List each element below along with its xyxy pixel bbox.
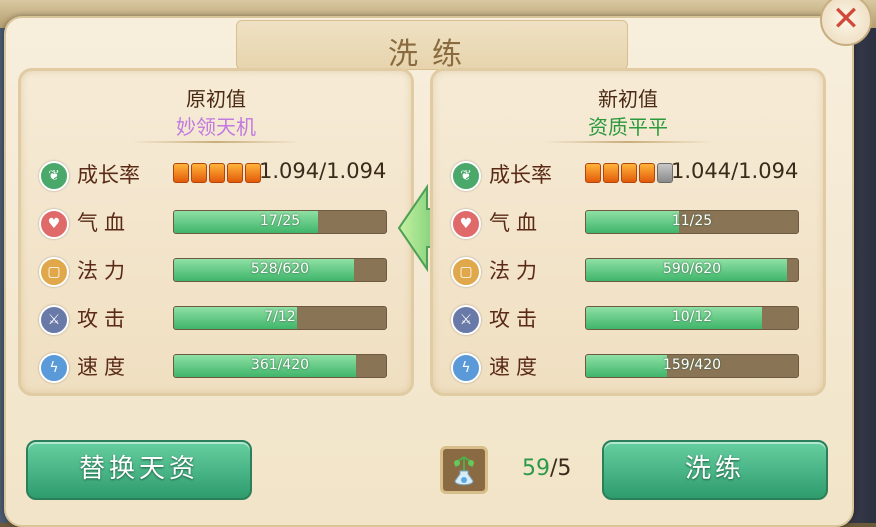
title-ribbon: 洗练 — [236, 20, 628, 72]
stat-row-mp: ▢ 法力 528/620 — [39, 255, 399, 295]
growth-row: ❦ 成长率 1.094/1.094 — [39, 159, 399, 199]
growth-value: 1.044/1.094 — [671, 159, 799, 183]
sword-icon: ⚔ — [451, 305, 481, 335]
stat-value: 361/420 — [250, 357, 310, 373]
growth-pip — [621, 163, 637, 183]
dialog-title: 洗练 — [388, 37, 476, 72]
leaf-icon: ❦ — [39, 161, 69, 191]
stat-label: 攻击 — [77, 307, 131, 331]
lightning-icon: ϟ — [39, 353, 69, 383]
stat-label: 气血 — [77, 211, 131, 235]
stat-value: 528/620 — [250, 261, 310, 277]
growth-pip — [191, 163, 207, 183]
stat-row-mp: ▢ 法力 590/620 — [451, 255, 811, 295]
quality-label: 妙领天机 — [176, 115, 256, 139]
stat-row-attack: ⚔ 攻击 10/12 — [451, 303, 811, 343]
stat-bar: 361/420 — [173, 354, 387, 378]
growth-pip — [603, 163, 619, 183]
heart-icon: ♥ — [39, 209, 69, 239]
scroll-icon: ▢ — [39, 257, 69, 287]
stat-label: 速度 — [77, 355, 131, 379]
stat-bar: 11/25 — [585, 210, 799, 234]
growth-pip — [173, 163, 189, 183]
panel-heading: 原初值 — [186, 87, 246, 111]
growth-pip — [209, 163, 225, 183]
leaf-icon: ❦ — [451, 161, 481, 191]
stat-row-speed: ϟ 速度 361/420 — [39, 351, 399, 391]
stat-row-hp: ♥ 气血 17/25 — [39, 207, 399, 247]
growth-pip — [639, 163, 655, 183]
heart-icon: ♥ — [451, 209, 481, 239]
stat-label: 法力 — [489, 259, 543, 283]
panel-heading: 新初值 — [598, 87, 658, 111]
sword-icon: ⚔ — [39, 305, 69, 335]
stat-value: 590/620 — [662, 261, 722, 277]
stat-value: 159/420 — [662, 357, 722, 373]
refine-button[interactable]: 洗练 — [602, 440, 828, 500]
stat-bar: 7/12 — [173, 306, 387, 330]
close-icon: ✕ — [831, 0, 861, 39]
stat-row-attack: ⚔ 攻击 7/12 — [39, 303, 399, 343]
growth-pips — [173, 163, 263, 187]
stat-value: 7/12 — [264, 309, 296, 325]
stat-value: 17/25 — [259, 213, 301, 229]
growth-label: 成长率 — [77, 163, 140, 187]
stat-bar: 10/12 — [585, 306, 799, 330]
stat-label: 气血 — [489, 211, 543, 235]
divider — [131, 141, 301, 143]
growth-pip — [585, 163, 601, 183]
growth-pips — [585, 163, 675, 187]
stat-bar: 159/420 — [585, 354, 799, 378]
scroll-icon: ▢ — [451, 257, 481, 287]
quality-label: 资质平平 — [588, 115, 668, 139]
stat-bar: 590/620 — [585, 258, 799, 282]
stat-value: 11/25 — [671, 213, 713, 229]
stat-label: 法力 — [77, 259, 131, 283]
growth-row: ❦ 成长率 1.044/1.094 — [451, 159, 811, 199]
stat-row-speed: ϟ 速度 159/420 — [451, 351, 811, 391]
growth-value: 1.094/1.094 — [259, 159, 387, 183]
item-count-need: 5 — [557, 456, 572, 481]
potion-bottle-icon — [454, 456, 474, 486]
item-count-have: 59 — [522, 456, 550, 481]
stat-row-hp: ♥ 气血 11/25 — [451, 207, 811, 247]
original-values-panel: 原初值 妙领天机 ❦ 成长率 1.094/1.094 ♥ 气血 17/25 ▢ … — [18, 68, 414, 396]
stat-bar: 17/25 — [173, 210, 387, 234]
item-count: 59/5 — [522, 456, 571, 481]
growth-pip — [227, 163, 243, 183]
replace-attributes-button[interactable]: 替换天资 — [26, 440, 252, 500]
lightning-icon: ϟ — [451, 353, 481, 383]
refine-item-slot[interactable] — [440, 446, 488, 494]
divider — [543, 141, 713, 143]
new-values-panel: 新初值 资质平平 ❦ 成长率 1.044/1.094 ♥ 气血 11/25 ▢ … — [430, 68, 826, 396]
stat-bar: 528/620 — [173, 258, 387, 282]
stat-value: 10/12 — [671, 309, 713, 325]
growth-label: 成长率 — [489, 163, 552, 187]
stat-label: 攻击 — [489, 307, 543, 331]
stat-label: 速度 — [489, 355, 543, 379]
